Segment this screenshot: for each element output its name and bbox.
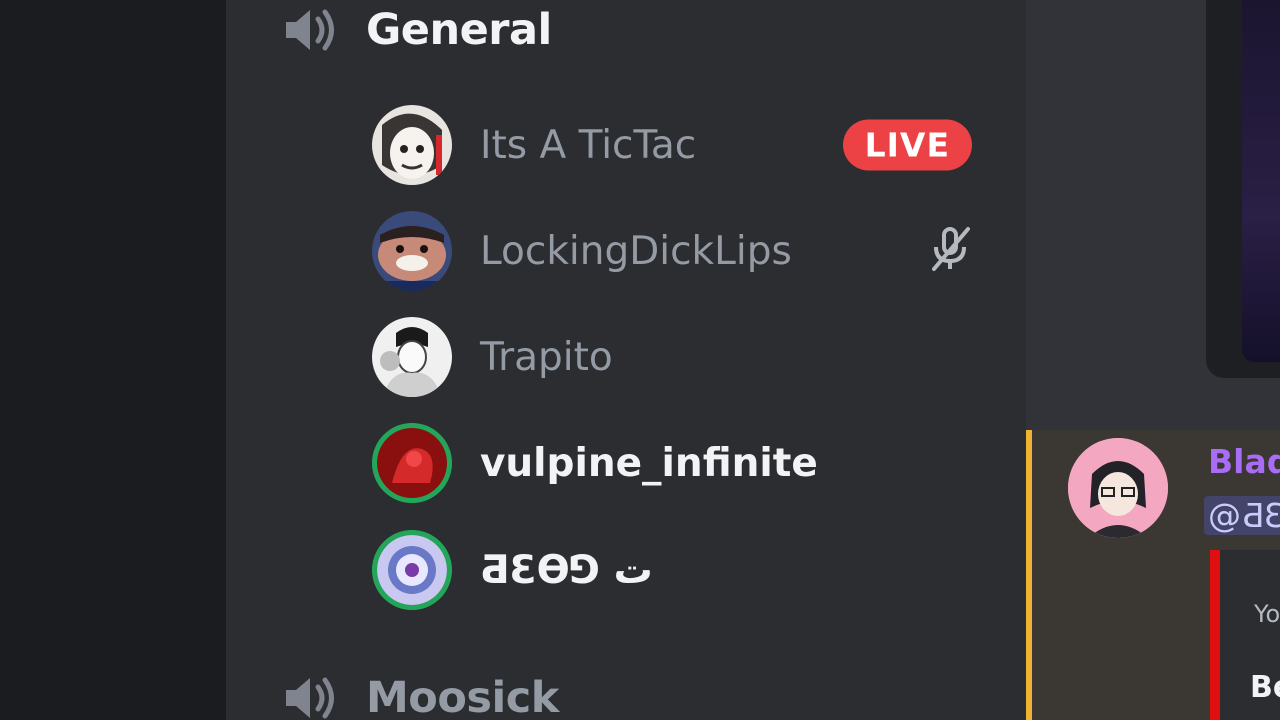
avatar[interactable] [1068, 438, 1168, 538]
voice-member-row[interactable]: vulpine_infinite [372, 420, 982, 506]
channel-name: Moosick [366, 673, 559, 720]
live-badge: LIVE [842, 119, 972, 171]
message-embed: Yo Be [1210, 550, 1280, 720]
channel-name: General [366, 5, 552, 55]
avatar [372, 423, 452, 503]
speaker-icon [286, 9, 334, 51]
avatar [372, 105, 452, 185]
stream-preview[interactable] [1206, 0, 1280, 378]
voice-member-row[interactable]: ƋƐƟ⅁ ت [372, 527, 982, 613]
embed-text: Yo [1254, 600, 1280, 628]
member-name: ƋƐƟ⅁ ت [480, 547, 653, 593]
stream-video [1242, 0, 1280, 362]
embed-title: Be [1250, 670, 1280, 705]
chat-area: Blad @ƋƐ Yo Be [1026, 0, 1280, 720]
left-rail [0, 0, 226, 720]
avatar [372, 211, 452, 291]
channel-list: General Its A TicTac LIVE LockingDickLip… [226, 0, 1026, 720]
member-name: vulpine_infinite [480, 440, 818, 486]
message-author[interactable]: Blad [1208, 442, 1280, 481]
member-name: Its A TicTac [480, 122, 697, 168]
voice-channel-general[interactable]: General [282, 0, 552, 62]
voice-member-row[interactable]: LockingDickLips [372, 208, 982, 294]
discord-window: General Its A TicTac LIVE LockingDickLip… [0, 0, 1280, 720]
speaker-icon [286, 677, 334, 719]
avatar [372, 317, 452, 397]
mic-muted-icon [928, 225, 972, 277]
member-name: LockingDickLips [480, 228, 792, 274]
member-name: Trapito [480, 334, 613, 380]
voice-member-row[interactable]: Trapito [372, 314, 982, 400]
mention-message[interactable]: Blad @ƋƐ Yo Be [1026, 430, 1280, 720]
avatar [372, 530, 452, 610]
voice-channel-moosick[interactable]: Moosick [282, 666, 559, 720]
user-mention[interactable]: @ƋƐ [1204, 496, 1280, 535]
voice-member-row[interactable]: Its A TicTac LIVE [372, 102, 982, 188]
